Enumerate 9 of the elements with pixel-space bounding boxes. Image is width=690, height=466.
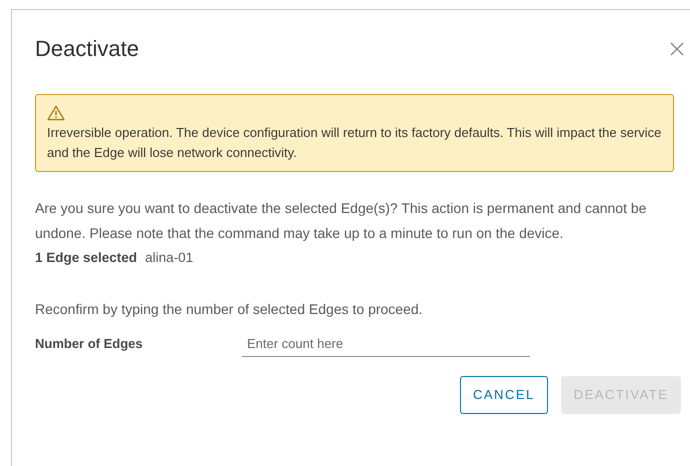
alert-message: Irreversible operation. The device configuration will return to its factory defaults. This will impact the service and the Edge will lose network connectivity.: [47, 124, 662, 162]
field-label: Number of Edges: [35, 335, 144, 354]
reconfirm-text: Reconfirm by typing the number of selected Edges to proceed.: [35, 300, 424, 319]
confirmation-text: Are you sure you want to deactivate the selected Edge(s)? This action is permanent and cannot be undone. Please note that the command may take up to a minute to run on the device.: [35, 199, 648, 243]
selection-label: 1 Edge selected: [35, 249, 138, 267]
selected-edge: alina-01: [145, 249, 194, 267]
count-input-field[interactable]: Enter count here: [242, 331, 530, 357]
cancel-button[interactable]: CANCEL: [460, 376, 548, 414]
dialog-title: Deactivate: [35, 35, 139, 63]
